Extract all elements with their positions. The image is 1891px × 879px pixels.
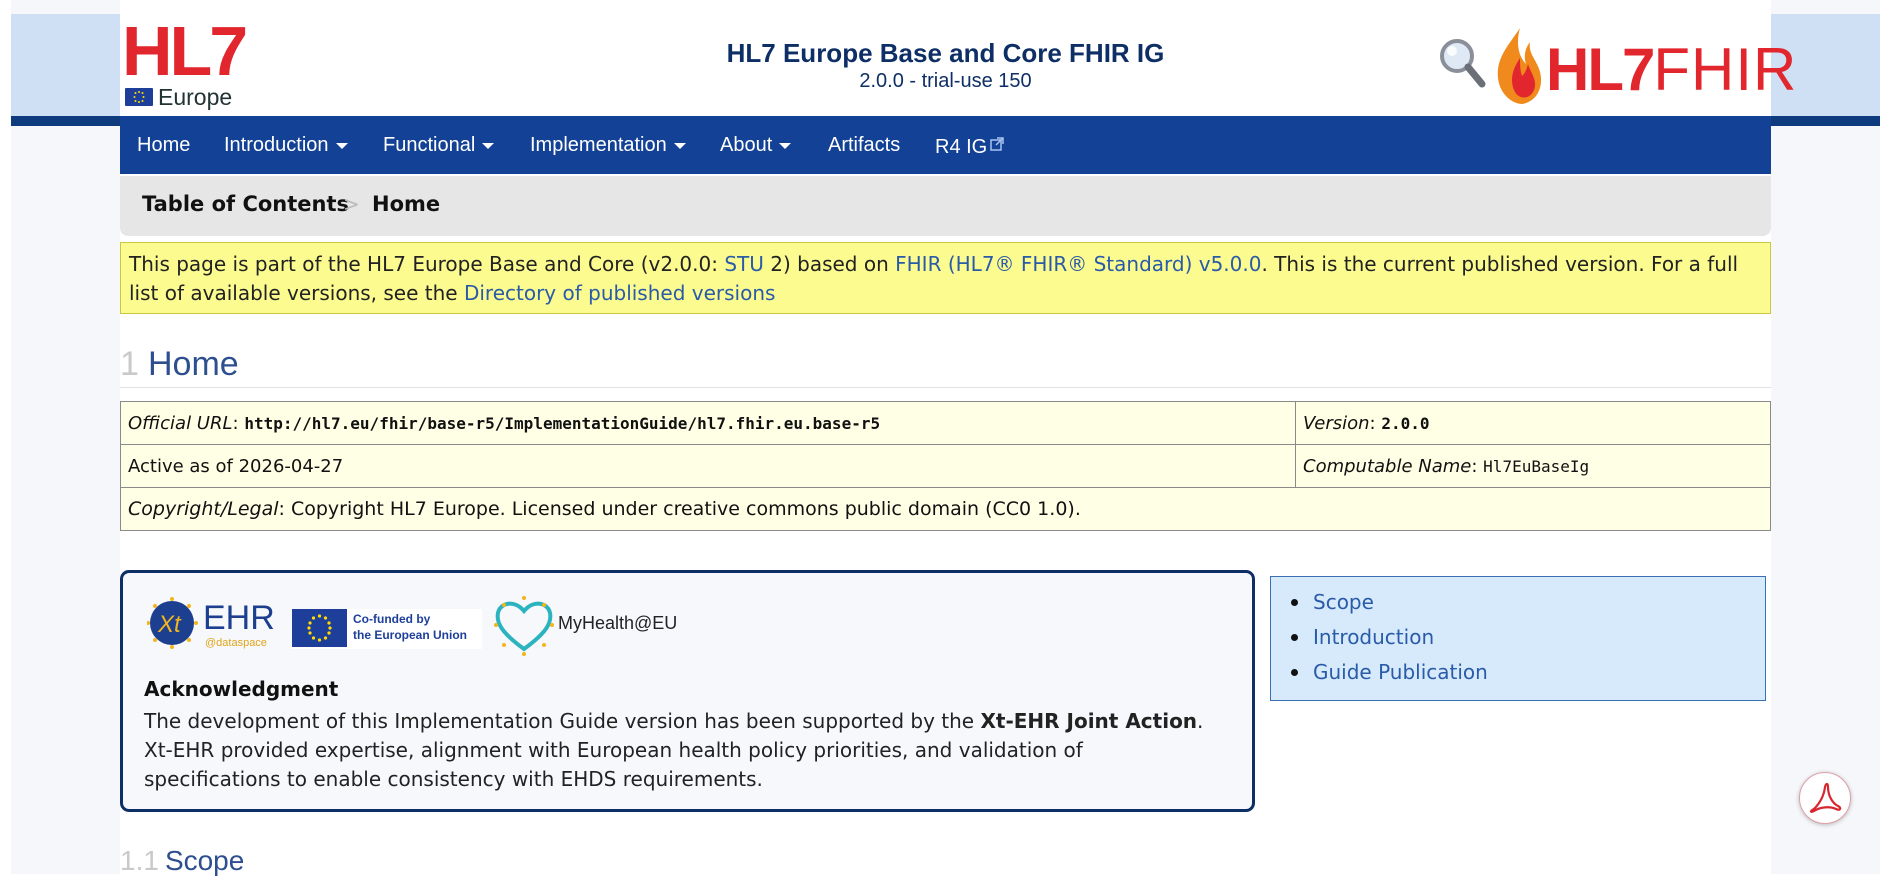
- cofund-label: Co-funded by the European Union: [353, 612, 467, 642]
- page-container: HL7 Europe HL7 Europe Base and Core FHIR…: [120, 0, 1796, 876]
- acknowledgment-box: Xt EHR @dataspace Co-funded by the Europe…: [120, 570, 1255, 812]
- page-toc: Scope Introduction Guide Publication: [1270, 576, 1766, 701]
- xt-logo-subtext: @dataspace: [205, 637, 267, 649]
- nav-about[interactable]: About: [720, 116, 792, 174]
- section-number: 1: [120, 345, 139, 383]
- search-icon[interactable]: [1437, 36, 1487, 92]
- directory-of-versions-link[interactable]: Directory of published versions: [464, 281, 775, 305]
- myhealth-label: MyHealth@EU: [558, 613, 678, 633]
- toc-item-guide-publication: Guide Publication: [1291, 655, 1488, 690]
- toc-link-introduction[interactable]: Introduction: [1313, 625, 1434, 649]
- toc-link-scope[interactable]: Scope: [1313, 590, 1374, 614]
- stu-link[interactable]: STU: [724, 252, 764, 276]
- ig-metadata-table: Official URL: http://hl7.eu/fhir/base-r5…: [120, 401, 1771, 531]
- table-row: Official URL: http://hl7.eu/fhir/base-r5…: [120, 401, 1771, 445]
- official-url-cell: Official URL: http://hl7.eu/fhir/base-r5…: [120, 401, 1296, 445]
- nav-home[interactable]: Home: [137, 116, 190, 174]
- table-row: Active as of 2026-04-27 Computable Name:…: [120, 444, 1771, 488]
- section-number: 1.1: [120, 845, 159, 876]
- active-date-cell: Active as of 2026-04-27: [120, 444, 1296, 488]
- external-link-icon: [990, 116, 1004, 174]
- chevron-down-icon: [673, 142, 686, 149]
- fhir-flame-icon: [1497, 28, 1542, 104]
- site-header: HL7 Europe HL7 Europe Base and Core FHIR…: [120, 14, 1796, 116]
- official-url-value: http://hl7.eu/fhir/base-r5/Implementatio…: [244, 413, 881, 433]
- acknowledgment-title: Acknowledgment: [144, 677, 339, 701]
- main-navbar: Home Introduction Functional Implementat…: [120, 116, 1771, 174]
- breadcrumb: Table of Contents > Home: [120, 176, 1771, 236]
- version-cell: Version: 2.0.0: [1295, 401, 1771, 445]
- breadcrumb-table-of-contents[interactable]: Table of Contents: [142, 176, 349, 236]
- nav-functional[interactable]: Functional: [383, 116, 495, 174]
- computable-name-cell: Computable Name: Hl7EuBaseIg: [1295, 444, 1771, 488]
- pdf-download-button[interactable]: [1799, 772, 1851, 824]
- toc-item-scope: Scope: [1291, 585, 1488, 620]
- hl7-fhir-logo[interactable]: HL7FHIR: [1490, 24, 1796, 108]
- fhir-logo-text: HL7FHIR: [1546, 36, 1798, 103]
- computable-name-value: Hl7EuBaseIg: [1483, 456, 1590, 476]
- acknowledgment-text: The development of this Implementation G…: [144, 709, 1204, 791]
- eu-flag-icon: [292, 609, 347, 647]
- copyright-cell: Copyright/Legal: Copyright HL7 Europe. L…: [120, 487, 1771, 531]
- toc-item-introduction: Introduction: [1291, 620, 1488, 655]
- page-title-text: Home: [148, 345, 239, 383]
- version-value: 2.0.0: [1381, 413, 1430, 433]
- page-title: 1 Home: [120, 345, 1771, 388]
- svg-text:Xt: Xt: [157, 611, 182, 638]
- xt-logo-text: EHR: [203, 599, 275, 637]
- chevron-down-icon: [482, 142, 495, 149]
- pdf-icon: [1809, 782, 1842, 813]
- breadcrumb-home: Home: [372, 192, 441, 216]
- nav-introduction[interactable]: Introduction: [224, 116, 348, 174]
- nav-implementation[interactable]: Implementation: [530, 116, 686, 174]
- copyright-text: Copyright HL7 Europe. Licensed under cre…: [290, 498, 1081, 520]
- chevron-down-icon: [335, 142, 348, 149]
- nav-artifacts[interactable]: Artifacts: [828, 116, 900, 174]
- xt-ehr-logo: Xt EHR @dataspace: [146, 595, 282, 653]
- notice-text: This page is part of the HL7 Europe Base…: [129, 252, 1739, 305]
- toc-link-guide-publication[interactable]: Guide Publication: [1313, 660, 1488, 684]
- myhealth-eu-logo: MyHealth@EU: [492, 595, 712, 657]
- nav-r4-ig[interactable]: R4 IG: [935, 116, 1004, 174]
- funding-logos: Xt EHR @dataspace Co-funded by the Europe…: [146, 595, 707, 657]
- eu-cofunded-logo: Co-funded by the European Union: [292, 609, 482, 649]
- chevron-down-icon: [779, 142, 792, 149]
- section-title: Scope: [164, 845, 245, 876]
- fhir-standard-link[interactable]: FHIR (HL7® FHIR® Standard) v5.0.0: [895, 252, 1261, 276]
- publication-notice: This page is part of the HL7 Europe Base…: [120, 242, 1771, 314]
- breadcrumb-separator: >: [343, 192, 360, 216]
- table-row: Copyright/Legal: Copyright HL7 Europe. L…: [120, 487, 1771, 531]
- heart-icon: [494, 596, 554, 656]
